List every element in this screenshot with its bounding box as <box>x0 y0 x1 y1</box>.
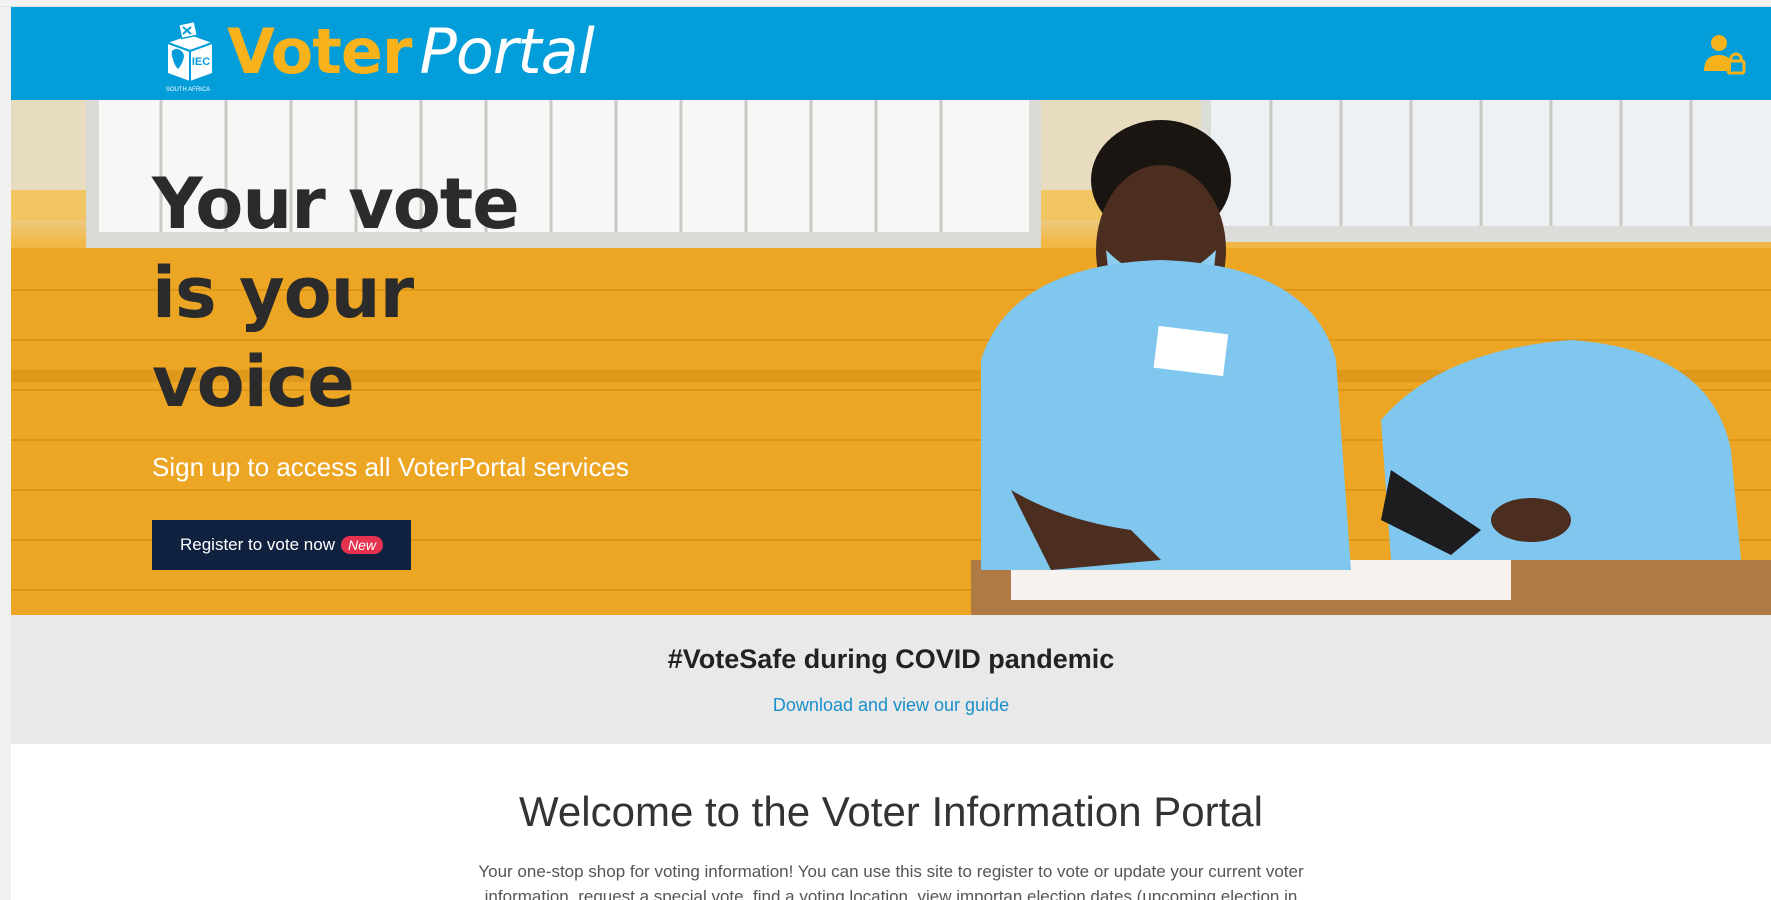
iec-logo-icon[interactable]: IEC SOUTH AFRICA <box>160 21 216 93</box>
welcome-text: Your one-stop shop for voting informatio… <box>478 862 1304 900</box>
new-badge: New <box>340 536 383 554</box>
logo-country: SOUTH AFRICA <box>166 87 210 93</box>
welcome-title: Welcome to the Voter Information Portal <box>519 788 1263 835</box>
covid-notice: #VoteSafe during COVID pandemic Download… <box>11 615 1771 744</box>
browser-frame-top <box>0 0 1771 7</box>
hero-subtitle: Sign up to access all VoterPortal servic… <box>152 452 629 482</box>
register-to-vote-button[interactable]: Register to vote now New <box>152 520 411 570</box>
hero-title: Your vote is your voice <box>152 160 672 427</box>
page: IEC SOUTH AFRICA Voter Portal Your vote … <box>11 7 1771 900</box>
brand-wordmark[interactable]: Voter Portal <box>227 15 595 88</box>
brand-voter: Voter <box>227 15 412 88</box>
logo-text: IEC <box>192 56 210 68</box>
covid-title: #VoteSafe during COVID pandemic <box>667 644 1115 674</box>
site-header: IEC SOUTH AFRICA Voter Portal <box>11 7 1771 100</box>
download-guide-link[interactable]: Download and view our guide <box>11 693 1771 717</box>
hero-title-line-2: is your <box>152 252 414 334</box>
hero-title-line-1: Your vote <box>152 163 520 245</box>
user-lock-icon[interactable] <box>1701 31 1747 77</box>
register-button-label: Register to vote now <box>180 535 335 554</box>
hero-title-line-3: voice <box>152 341 355 423</box>
brand-portal: Portal <box>419 15 594 88</box>
hero-banner: Your vote is your voice Sign up to acces… <box>11 100 1771 615</box>
